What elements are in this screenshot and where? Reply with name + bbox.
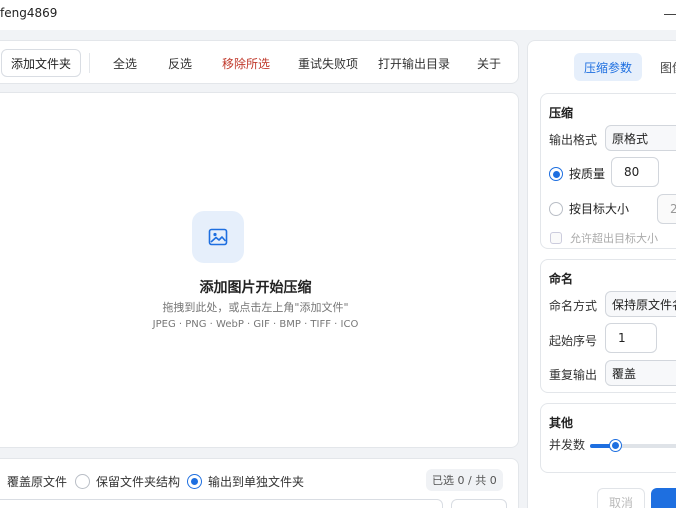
keep-structure-option[interactable]: 保留文件夹结构 — [75, 473, 180, 490]
compress-section: 压缩 输出格式 原格式 按质量 80 按目标大小 250 允许超出目标大小 — [540, 93, 676, 249]
output-path-input[interactable] — [0, 499, 443, 508]
overwrite-original-option[interactable]: 覆盖原文件 — [7, 473, 67, 490]
add-folder-button[interactable]: 添加文件夹 — [1, 49, 81, 77]
output-options-bar: 覆盖原文件 保留文件夹结构 输出到单独文件夹 已选 0 / 共 0 — [0, 458, 519, 508]
concurrency-slider-thumb[interactable] — [610, 440, 621, 451]
remove-selected-button[interactable]: 移除所选 — [222, 55, 270, 72]
by-target-size-label: 按目标大小 — [569, 202, 630, 216]
by-target-size-radio[interactable] — [549, 201, 563, 216]
by-quality-radio[interactable] — [549, 166, 563, 181]
tab-image[interactable]: 图像 — [650, 53, 676, 81]
invert-selection-button[interactable]: 反选 — [168, 55, 192, 72]
start-button[interactable] — [651, 488, 676, 508]
keep-structure-label: 保留文件夹结构 — [96, 475, 181, 489]
duplicate-output-select[interactable]: 覆盖 — [605, 360, 676, 386]
select-all-button[interactable]: 全选 — [113, 55, 137, 72]
duplicate-output-label: 重复输出 — [549, 368, 598, 382]
naming-section-title: 命名 — [549, 272, 574, 286]
allow-exceed-checkbox[interactable] — [550, 232, 562, 244]
about-button[interactable]: 关于 — [477, 55, 501, 72]
quality-input[interactable]: 80 — [611, 157, 659, 187]
output-format-select[interactable]: 原格式 — [605, 125, 676, 151]
allow-exceed-label: 允许超出目标大小 — [570, 232, 658, 245]
by-quality-option[interactable]: 按质量 — [549, 165, 605, 182]
naming-mode-label: 命名方式 — [549, 299, 598, 313]
selection-count-badge: 已选 0 / 共 0 — [426, 469, 503, 491]
target-size-input[interactable]: 250 — [657, 194, 676, 224]
single-folder-option[interactable]: 输出到单独文件夹 — [187, 473, 304, 490]
naming-section: 命名 命名方式 保持原文件名 起始序号 1 重复输出 覆盖 — [540, 259, 676, 393]
image-icon — [192, 211, 244, 263]
naming-mode-select[interactable]: 保持原文件名 — [605, 291, 676, 317]
output-format-label: 输出格式 — [549, 133, 598, 147]
other-section: 其他 并发数 — [540, 403, 676, 473]
single-folder-label: 输出到单独文件夹 — [208, 475, 305, 489]
cancel-button[interactable]: 取消 — [597, 488, 645, 508]
single-folder-radio[interactable] — [187, 474, 202, 489]
overwrite-label: 覆盖原文件 — [7, 475, 68, 489]
supported-formats: JPEG · PNG · WebP · GIF · BMP · TIFF · I… — [152, 319, 359, 330]
open-output-dir-button[interactable]: 打开输出目录 — [378, 55, 450, 72]
start-index-input[interactable]: 1 — [605, 323, 657, 353]
keep-structure-radio[interactable] — [75, 474, 90, 489]
start-index-label: 起始序号 — [549, 334, 598, 348]
toolbar-divider — [89, 53, 90, 73]
tab-compress-params[interactable]: 压缩参数 — [574, 53, 643, 81]
drop-zone-title: 添加图片开始压缩 — [199, 280, 312, 296]
by-quality-label: 按质量 — [569, 167, 606, 181]
minimize-icon[interactable] — [664, 14, 676, 15]
retry-failed-button[interactable]: 重试失败项 — [298, 55, 358, 72]
concurrency-label: 并发数 — [549, 438, 586, 452]
settings-panel: 压缩参数 图像 压缩 输出格式 原格式 按质量 80 按目标大小 250 允许超… — [527, 40, 676, 508]
drop-zone-hint: 拖拽到此处，或点击左上角"添加文件" — [162, 301, 349, 314]
title-bar: feng4869 — [0, 0, 676, 30]
allow-exceed-option[interactable]: 允许超出目标大小 — [550, 230, 658, 246]
toolbar: 添加文件夹 全选 反选 移除所选 重试失败项 打开输出目录 关于 — [0, 40, 519, 84]
by-target-size-option[interactable]: 按目标大小 — [549, 200, 629, 217]
drop-zone[interactable]: 添加图片开始压缩 拖拽到此处，或点击左上角"添加文件" JPEG · PNG ·… — [0, 92, 519, 448]
window-title: feng4869 — [0, 6, 58, 20]
browse-button[interactable] — [451, 499, 507, 508]
compress-section-title: 压缩 — [549, 106, 574, 120]
other-section-title: 其他 — [549, 416, 574, 430]
concurrency-slider[interactable] — [590, 440, 676, 451]
